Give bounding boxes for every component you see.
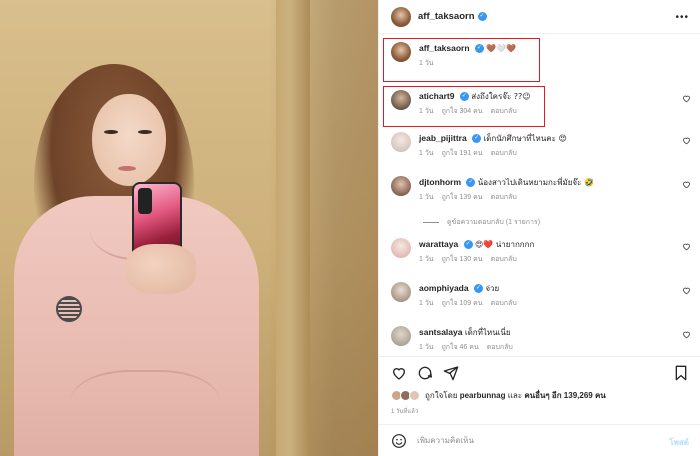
post-photo[interactable]	[0, 0, 378, 456]
action-bar	[379, 356, 700, 386]
comment-likes[interactable]: ถูกใจ 139 คน	[442, 192, 483, 203]
reply-button[interactable]: ตอบกลับ	[491, 148, 517, 159]
comment-item: warattaya ✓ 😍❤️ น่ายากกกก 1 วัน ถูกใจ 13…	[391, 238, 693, 265]
comment-text: 😍❤️ น่ายากกกก	[474, 240, 535, 249]
comment-text: น้องสาวไปเดินหยามกะพี่มัยจ๊ะ 🤣	[477, 178, 594, 187]
heart-icon[interactable]	[682, 330, 691, 339]
avatar[interactable]	[391, 132, 411, 152]
header-username[interactable]: aff_taksaorn	[418, 11, 475, 22]
heart-icon[interactable]	[682, 242, 691, 251]
like-heart-icon[interactable]	[391, 365, 407, 381]
comment-input[interactable]	[417, 436, 647, 445]
comment-time: 1 วัน	[419, 256, 434, 263]
comment-item: aomphiyada ✓ จ่วย 1 วัน ถูกใจ 109 คน ตอบ…	[391, 282, 693, 309]
hand	[126, 244, 196, 294]
post-time: 1 วันที่แล้ว	[391, 409, 419, 415]
comment-likes[interactable]: ถูกใจ 191 คน	[442, 148, 483, 159]
comment-likes[interactable]: ถูกใจ 130 คน	[442, 254, 483, 265]
highlight-box-caption	[383, 38, 540, 82]
hoodie-pocket	[70, 370, 220, 450]
view-replies-label: ดูข้อความตอบกลับ (1 รายการ)	[447, 219, 541, 226]
view-replies-button[interactable]: ดูข้อความตอบกลับ (1 รายการ)	[423, 217, 540, 228]
heart-icon[interactable]	[682, 286, 691, 295]
likes-summary: ถูกใจโดย pearbunnag และ คนอื่นๆ อีก 139,…	[391, 389, 606, 402]
comment-item: djtonhorm ✓ น้องสาวไปเดินหยามกะพี่มัยจ๊ะ…	[391, 176, 693, 203]
avatar[interactable]	[391, 282, 411, 302]
comment-time: 1 วัน	[419, 300, 434, 307]
verified-badge-icon: ✓	[477, 12, 487, 21]
replies-dash	[423, 222, 439, 223]
likes-prefix: ถูกใจโดย	[425, 391, 458, 400]
comment-item: santsalaya เด็กที่ไหนเนี่ย 1 วัน ถูกใจ 4…	[391, 326, 693, 352]
comment-time: 1 วัน	[419, 344, 434, 351]
comment-username[interactable]: warattaya	[419, 239, 458, 249]
verified-badge-icon: ✓	[473, 284, 483, 294]
post-header: aff_taksaorn ✓ •••	[379, 0, 700, 34]
liker-avatar	[409, 390, 420, 401]
reply-button[interactable]: ตอบกลับ	[491, 298, 517, 309]
highlight-box-comment	[383, 86, 545, 127]
comment-username[interactable]: santsalaya	[419, 327, 462, 337]
add-comment-bar: โพสต์	[379, 424, 700, 456]
verified-badge-icon: ✓	[466, 178, 476, 188]
phone-camera	[138, 188, 152, 214]
reply-button[interactable]: ตอบกลับ	[487, 342, 513, 352]
comment-likes[interactable]: ถูกใจ 109 คน	[442, 298, 483, 309]
bookmark-icon[interactable]	[673, 365, 689, 381]
comment-text: จ่วย	[485, 284, 500, 293]
share-icon[interactable]	[443, 365, 459, 381]
heart-icon[interactable]	[682, 180, 691, 189]
comment-icon[interactable]	[417, 365, 433, 381]
left-eye	[104, 130, 118, 134]
comment-likes[interactable]: ถูกใจ 46 คน	[442, 342, 479, 352]
heart-icon[interactable]	[682, 94, 691, 103]
comments-panel: aff_taksaorn ✓ ••• aff_taksaorn ✓ 🤎🤍🤎 1 …	[378, 0, 700, 456]
avatar[interactable]	[391, 176, 411, 196]
likes-middle: และ	[507, 391, 523, 400]
face	[92, 94, 166, 186]
instagram-post: aff_taksaorn ✓ ••• aff_taksaorn ✓ 🤎🤍🤎 1 …	[0, 0, 700, 456]
comment-text: เด็กนักศึกษาที่ไหนคะ 😍	[483, 134, 567, 143]
comment-username[interactable]: aomphiyada	[419, 283, 469, 293]
wall-shadow	[268, 0, 378, 456]
hoodie-logo	[56, 296, 82, 322]
likes-others[interactable]: คนอื่นๆ อีก 139,269 คน	[524, 389, 605, 402]
comment-time: 1 วัน	[419, 150, 434, 157]
post-button[interactable]: โพสต์	[669, 436, 689, 449]
lips	[118, 166, 136, 171]
comment-item: jeab_pijittra ✓ เด็กนักศึกษาที่ไหนคะ 😍 1…	[391, 132, 693, 159]
more-horizontal-icon[interactable]: •••	[675, 12, 689, 23]
reply-button[interactable]: ตอบกลับ	[491, 254, 517, 265]
emoji-picker-icon[interactable]	[391, 433, 407, 449]
avatar[interactable]	[391, 6, 411, 27]
heart-icon[interactable]	[682, 136, 691, 145]
comment-text: เด็กที่ไหนเนี่ย	[464, 328, 511, 337]
reply-button[interactable]: ตอบกลับ	[491, 192, 517, 203]
right-eye	[138, 130, 152, 134]
comment-username[interactable]: djtonhorm	[419, 177, 461, 187]
avatar[interactable]	[391, 326, 411, 346]
verified-badge-icon: ✓	[463, 240, 473, 250]
comment-username[interactable]: jeab_pijittra	[419, 133, 467, 143]
comment-time: 1 วัน	[419, 194, 434, 201]
avatar[interactable]	[391, 238, 411, 258]
verified-badge-icon: ✓	[472, 134, 482, 144]
likes-user[interactable]: pearbunnag	[460, 391, 506, 400]
